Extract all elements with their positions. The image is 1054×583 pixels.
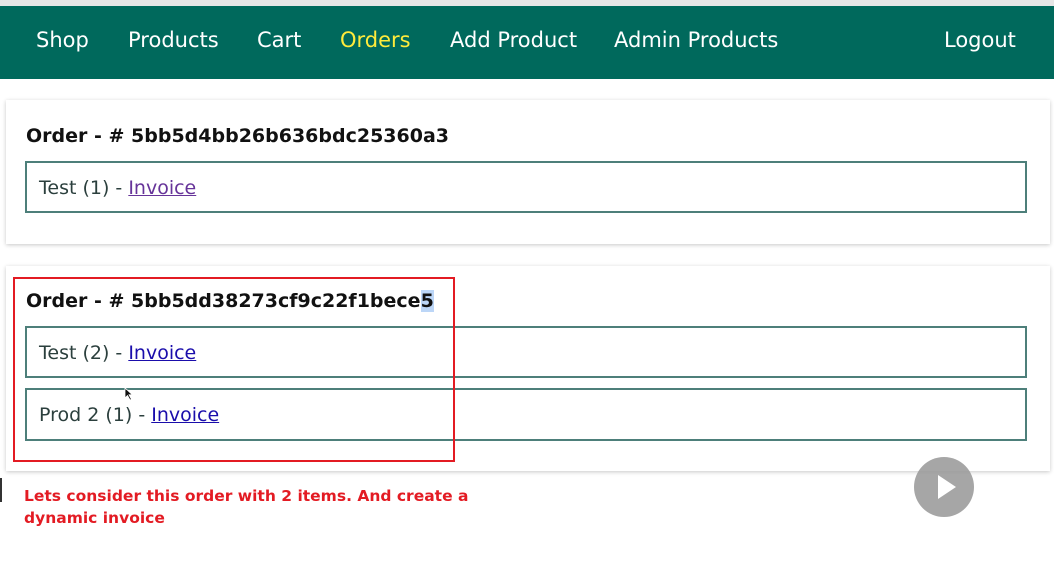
order-item-text: Test (1) - Invoice xyxy=(39,177,196,199)
nav-orders-link[interactable]: Orders xyxy=(340,28,411,52)
nav-products-link[interactable]: Products xyxy=(128,28,219,52)
nav-shop-link[interactable]: Shop xyxy=(36,28,89,52)
mouse-cursor-icon xyxy=(124,387,134,401)
order-item: Test (1) - Invoice xyxy=(25,161,1027,213)
invoice-link[interactable]: Invoice xyxy=(128,177,196,199)
play-icon xyxy=(938,475,956,499)
annotation-caption: Lets consider this order with 2 items. A… xyxy=(24,487,469,527)
nav-add-product-link[interactable]: Add Product xyxy=(450,28,577,52)
play-button[interactable] xyxy=(914,457,974,517)
logout-button[interactable]: Logout xyxy=(944,28,1016,52)
order-title-prefix: Order - # xyxy=(26,125,132,147)
main-navbar: Shop Products Cart Orders Add Product Ad… xyxy=(0,6,1054,79)
text-caret xyxy=(0,478,2,502)
annotation-highlight-box xyxy=(13,277,455,462)
order-title: Order - # 5bb5d4bb26b636bdc25360a3 xyxy=(26,125,449,147)
order-id: 5bb5d4bb26b636bdc25360a3 xyxy=(131,125,450,147)
order-card: Order - # 5bb5d4bb26b636bdc25360a3 Test … xyxy=(6,100,1050,244)
nav-admin-products-link[interactable]: Admin Products xyxy=(614,28,778,52)
order-item-label: Test (1) - xyxy=(39,177,129,199)
nav-cart-link[interactable]: Cart xyxy=(257,28,301,52)
